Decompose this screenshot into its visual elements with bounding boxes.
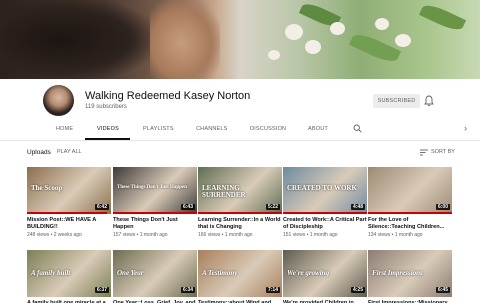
video-card[interactable]: A family built 6:37 A family built one mir… (27, 250, 111, 303)
uploads-section-header: Uploads PLAY ALL SORT BY (0, 143, 480, 163)
video-thumbnail[interactable]: One Year 6:34 (113, 250, 197, 297)
video-thumbnail[interactable]: A family built 6:37 (27, 250, 111, 297)
thumbnail-text: A Testimony (202, 269, 238, 277)
video-meta: 166 views • 1 month ago (198, 232, 253, 238)
video-duration: 5:22 (265, 204, 280, 210)
video-thumbnail[interactable]: LEARNING SURRENDER 5:22 (198, 167, 282, 214)
video-title[interactable]: Created to Work::A Critical Part of Disc… (283, 217, 367, 231)
banner-hair (0, 0, 150, 79)
tab-about[interactable]: ABOUT (308, 126, 328, 132)
channel-avatar[interactable] (43, 85, 74, 116)
video-duration: 4:48 (350, 204, 365, 210)
subscriber-count: 119 subscribers (85, 104, 127, 110)
video-duration: 7:14 (265, 287, 280, 293)
thumbnail-text: The Scoop (31, 184, 63, 192)
video-title[interactable]: These Things Don't Just Happen (113, 217, 197, 231)
thumbnail-text: A family built (31, 269, 71, 277)
video-duration: 4:25 (350, 287, 365, 293)
video-thumbnail[interactable]: The Scoop 6:42 (27, 167, 111, 214)
video-duration: 6:43 (180, 204, 195, 210)
subscribe-button[interactable]: SUBSCRIBED (373, 94, 420, 108)
thumbnail-text: LEARNING SURRENDER (202, 184, 246, 200)
bell-icon[interactable] (424, 95, 434, 107)
tab-channels[interactable]: CHANNELS (196, 126, 228, 132)
video-duration: 6:34 (180, 287, 195, 293)
video-duration: 6:37 (94, 287, 109, 293)
search-icon[interactable] (353, 124, 362, 133)
watch-progress-bar (283, 212, 367, 214)
thumbnail-text: We're growing (287, 269, 330, 277)
video-duration: 6:45 (435, 287, 450, 293)
video-title[interactable]: For the Love of Silence::Teaching Childr… (368, 217, 452, 231)
channel-tabs: HOME VIDEOS PLAYLISTS CHANNELS DISCUSSIO… (0, 118, 480, 141)
video-duration: 6:42 (94, 204, 109, 210)
video-duration: 6:00 (435, 204, 450, 210)
watch-progress-bar (368, 212, 452, 214)
play-all-button[interactable]: PLAY ALL (57, 149, 82, 155)
video-meta: 157 views • 1 month ago (113, 232, 168, 238)
video-card[interactable]: One Year 6:34 One Year::Loss, Grief, Joy, … (113, 250, 197, 303)
banner-face (150, 0, 220, 79)
channel-banner (0, 0, 480, 79)
video-title[interactable]: Learning Surrender::In a World that is C… (198, 217, 282, 231)
video-card[interactable]: We're growing 4:25 We're provided Children… (283, 250, 367, 303)
tab-home[interactable]: HOME (56, 126, 73, 132)
video-title[interactable]: Mission Post::WE HAVE A BUILDING!! (27, 217, 111, 231)
sort-by-button[interactable]: SORT BY (431, 149, 455, 155)
video-meta: 151 views • 1 month ago (283, 232, 338, 238)
sort-icon[interactable] (420, 149, 428, 156)
video-meta: 134 views • 1 month ago (368, 232, 423, 238)
thumbnail-text: First Impressions (372, 269, 423, 277)
tab-discussion[interactable]: DISCUSSION (250, 126, 286, 132)
video-card[interactable]: LEARNING SURRENDER 5:22 Learning Surrender… (198, 167, 282, 238)
video-card[interactable]: These Things Don't Just Happen 6:43 These … (113, 167, 197, 238)
video-card[interactable]: The Scoop6:42Mission Post::WE HAVE A BUI… (27, 167, 111, 238)
watch-progress-bar (113, 212, 197, 214)
thumbnail-text: These Things Don't Just Happen (117, 185, 187, 190)
tab-videos[interactable]: VIDEOS (97, 126, 119, 132)
video-meta: 248 views • 2 weeks ago (27, 232, 82, 238)
video-thumbnail[interactable]: 6:00 (368, 167, 452, 214)
channel-name: Walking Redeemed Kasey Norton (85, 90, 251, 102)
video-thumbnail[interactable]: First Impressions 6:45 (368, 250, 452, 297)
video-card[interactable]: 6:00For the Love of Silence::Teaching Ch… (368, 167, 452, 238)
active-tab-indicator (85, 138, 130, 140)
video-thumbnail[interactable]: These Things Don't Just Happen 6:43 (113, 167, 197, 214)
video-thumbnail[interactable]: CREATED TO WORK 4:48 (283, 167, 367, 214)
watch-progress-bar (27, 212, 107, 214)
thumbnail-text: One Year (117, 269, 144, 277)
uploads-title: Uploads (27, 149, 51, 156)
thumbnail-text: CREATED TO WORK (287, 184, 357, 192)
watch-progress-bar (198, 212, 282, 214)
video-card[interactable]: First Impressions 6:45 First Impressions::… (368, 250, 452, 303)
chevron-right-icon[interactable]: › (464, 123, 467, 133)
video-thumbnail[interactable]: We're growing 4:25 (283, 250, 367, 297)
video-card[interactable]: CREATED TO WORK4:48Created to Work::A Cr… (283, 167, 367, 238)
video-thumbnail[interactable]: A Testimony 7:14 (198, 250, 282, 297)
tab-playlists[interactable]: PLAYLISTS (143, 126, 174, 132)
video-card[interactable]: A Testimony 7:14 Testimony::about Wind and (198, 250, 282, 303)
